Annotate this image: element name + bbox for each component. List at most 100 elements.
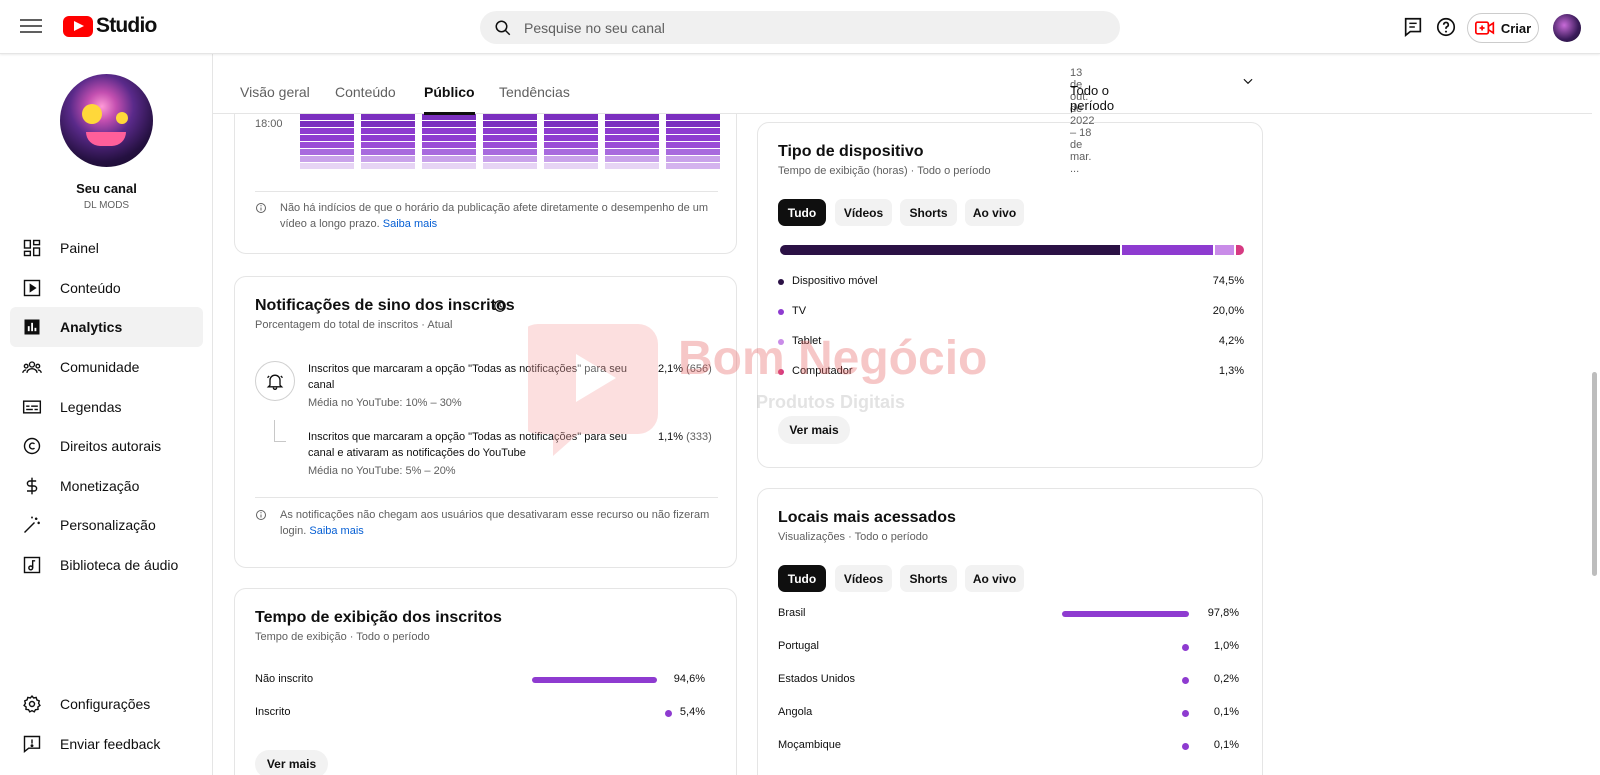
watch-row-label: Não inscrito xyxy=(255,673,314,685)
card-subtitle: Tempo de exibição (horas) · Todo o perío… xyxy=(778,165,991,177)
search-icon xyxy=(495,20,511,35)
filter-chip-tudo[interactable]: Tudo xyxy=(778,199,826,226)
account-avatar[interactable] xyxy=(1553,14,1581,42)
filter-chip-videos[interactable]: Vídeos xyxy=(835,199,892,226)
device-row-percent: 4,2% xyxy=(1218,335,1244,347)
sidebar-item-painel[interactable]: Painel xyxy=(10,228,203,268)
heatmap-cell xyxy=(544,149,598,155)
publish-time-card: 18:00 Não há indícios de que o horário d… xyxy=(234,96,737,254)
heatmap-cell xyxy=(300,149,354,155)
device-row-percent: 1,3% xyxy=(1218,365,1244,377)
channel-avatar[interactable] xyxy=(60,74,153,167)
heatmap-note: Não há indícios de que o horário da publ… xyxy=(280,200,710,232)
studio-logo[interactable]: Studio xyxy=(63,14,157,38)
sidebar-item-conteudo[interactable]: Conteúdo xyxy=(10,268,203,308)
heatmap-cell xyxy=(300,142,354,148)
see-more-button[interactable]: Ver mais xyxy=(255,750,328,775)
learn-more-link[interactable]: Saiba mais xyxy=(309,525,363,537)
device-bar-segment xyxy=(1214,245,1235,255)
sidebar-item-configuracoes[interactable]: Configurações xyxy=(10,684,203,724)
bell-row-percent: 2,1% (656) xyxy=(658,363,712,375)
heatmap-cell xyxy=(483,149,537,155)
filter-chip-ao-vivo[interactable]: Ao vivo xyxy=(965,199,1024,226)
see-more-button[interactable]: Ver mais xyxy=(778,416,850,444)
heatmap-cell xyxy=(422,163,476,169)
search-input[interactable] xyxy=(524,19,1084,36)
tree-connector xyxy=(274,420,286,442)
bell-row-pct: 1,1% xyxy=(658,431,684,443)
location-filter-chips: Tudo Vídeos Shorts Ao vivo xyxy=(778,565,1038,592)
heatmap-cell xyxy=(666,163,720,169)
heatmap-cell xyxy=(605,128,659,134)
search-bar[interactable] xyxy=(480,11,1120,44)
heatmap-cell xyxy=(422,128,476,134)
heatmap-cell xyxy=(483,156,537,162)
heatmap-cell xyxy=(422,149,476,155)
filter-chip-ao-vivo[interactable]: Ao vivo xyxy=(965,565,1024,592)
subscriber-watch-time-card: Tempo de exibição dos inscritos Tempo de… xyxy=(234,588,737,775)
location-row-label: Portugal xyxy=(778,640,819,652)
watch-row-label: Inscrito xyxy=(255,706,291,718)
heatmap-cell xyxy=(605,163,659,169)
heatmap-cell xyxy=(605,114,659,120)
top-locations-card: Locais mais acessados Visualizações · To… xyxy=(757,488,1263,775)
heatmap-cell xyxy=(361,135,415,141)
device-bar-segment xyxy=(1121,245,1213,255)
dashboard-icon xyxy=(20,236,44,260)
feedback-icon xyxy=(20,732,44,756)
device-filter-chips: Tudo Vídeos Shorts Ao vivo xyxy=(778,199,1038,226)
device-legend-dot xyxy=(778,279,784,285)
watch-row-percent: 94,6% xyxy=(673,673,705,685)
tab-publico[interactable]: Público xyxy=(424,84,475,115)
sidebar-item-comunidade[interactable]: Comunidade xyxy=(10,347,203,387)
create-button[interactable]: Criar xyxy=(1467,13,1539,43)
sidebar-item-personalizacao[interactable]: Personalização xyxy=(10,505,203,545)
bell-row-text: Inscritos que marcaram a opção "Todas as… xyxy=(308,431,628,459)
bell-note: As notificações não chegam aos usuários … xyxy=(280,507,710,539)
heatmap-cell xyxy=(544,135,598,141)
card-title: Notificações de sino dos inscritos xyxy=(255,297,515,314)
filter-chip-shorts[interactable]: Shorts xyxy=(900,565,957,592)
heatmap-cell xyxy=(483,114,537,120)
community-icon xyxy=(20,355,44,379)
copyright-icon xyxy=(20,434,44,458)
sidebar-item-legendas[interactable]: Legendas xyxy=(10,387,203,427)
tab-visao-geral[interactable]: Visão geral xyxy=(240,84,310,112)
bell-row-count: (333) xyxy=(686,431,712,443)
filter-chip-shorts[interactable]: Shorts xyxy=(900,199,957,226)
heatmap-cell xyxy=(361,156,415,162)
heatmap-cell xyxy=(422,135,476,141)
tab-conteudo[interactable]: Conteúdo xyxy=(335,84,396,112)
sidebar-item-enviar-feedback[interactable]: Enviar feedback xyxy=(10,724,203,764)
sidebar-item-monetizacao[interactable]: Monetização xyxy=(10,466,203,506)
content-icon xyxy=(20,276,44,300)
heatmap-note-text: Não há indícios de que o horário da publ… xyxy=(280,202,709,230)
sidebar-item-label: Personalização xyxy=(60,517,156,533)
youtube-logo-icon xyxy=(63,15,93,37)
location-row-percent: 0,1% xyxy=(1213,706,1239,718)
filter-chip-videos[interactable]: Vídeos xyxy=(835,565,892,592)
sidebar-item-biblioteca-de-audio[interactable]: Biblioteca de áudio xyxy=(10,545,203,585)
heatmap-cell xyxy=(666,121,720,127)
date-period: Todo o período xyxy=(1070,83,1115,113)
sidebar-item-label: Direitos autorais xyxy=(60,438,162,454)
device-legend-dot xyxy=(778,369,784,375)
device-bar-segment xyxy=(1236,245,1245,255)
watch-row-percent: 5,4% xyxy=(679,706,705,718)
page-scrollbar[interactable] xyxy=(1592,372,1597,576)
sidebar-item-direitos-autorais[interactable]: Direitos autorais xyxy=(10,426,203,466)
chevron-down-icon[interactable] xyxy=(1241,74,1255,88)
messages-icon[interactable] xyxy=(1402,16,1424,38)
learn-more-link[interactable]: Saiba mais xyxy=(383,218,437,230)
bell-row-percent: 1,1% (333) xyxy=(658,431,712,443)
info-icon xyxy=(256,203,266,213)
help-icon[interactable] xyxy=(1435,16,1457,38)
analytics-icon xyxy=(20,315,44,339)
menu-icon[interactable] xyxy=(20,15,42,39)
sidebar-item-analytics[interactable]: Analytics xyxy=(10,307,203,347)
device-row-label: Dispositivo móvel xyxy=(792,275,878,287)
sidebar-item-label: Analytics xyxy=(60,319,123,335)
tab-tendencias[interactable]: Tendências xyxy=(499,84,570,112)
heatmap-cell xyxy=(666,128,720,134)
filter-chip-tudo[interactable]: Tudo xyxy=(778,565,826,592)
